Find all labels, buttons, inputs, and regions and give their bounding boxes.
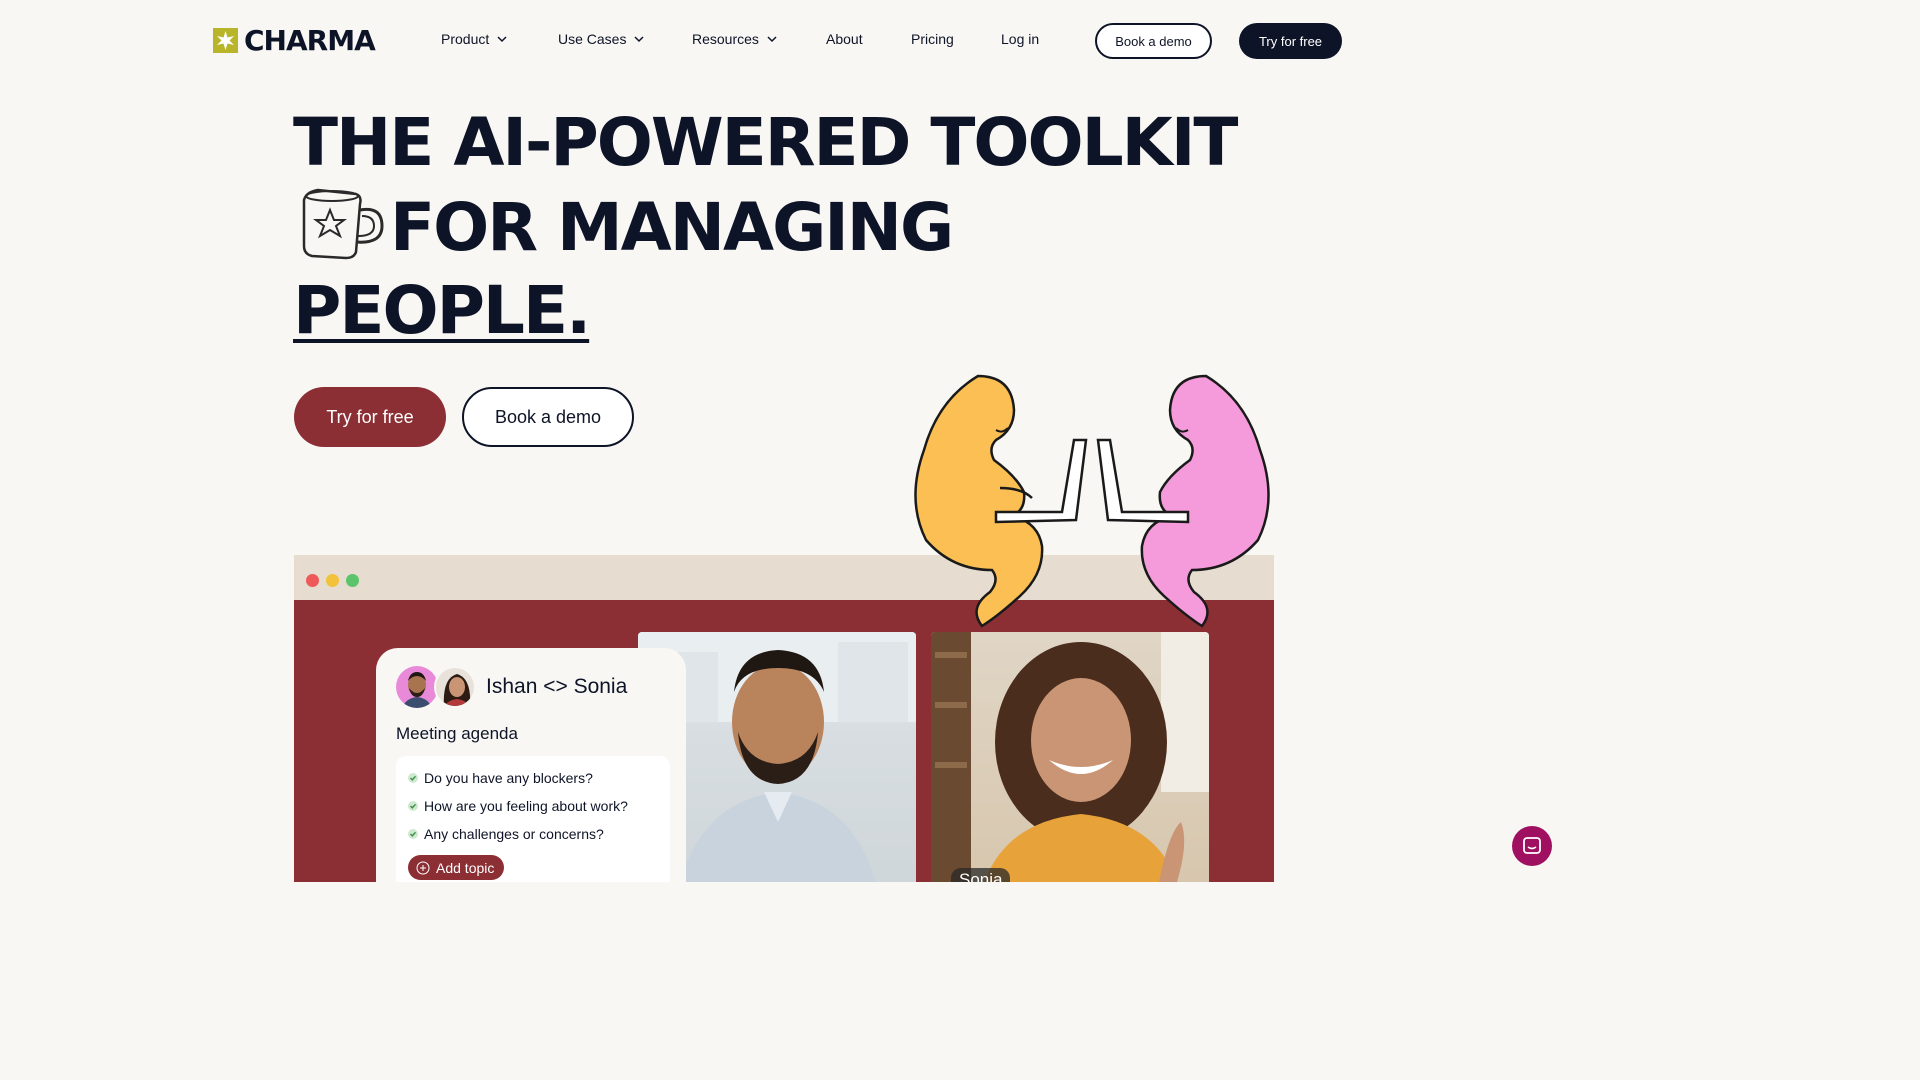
nav-about-label: About: [826, 31, 863, 47]
window-minimize-dot: [326, 574, 339, 587]
chat-launcher-button[interactable]: [1512, 826, 1552, 866]
video-name-tag: Sonia: [951, 868, 1011, 882]
check-icon: [408, 829, 418, 839]
chat-icon: [1523, 837, 1541, 854]
meeting-agenda-heading: Meeting agenda: [396, 724, 518, 743]
nav-pricing[interactable]: Pricing: [911, 31, 954, 47]
hero-headline-line-3: PEOPLE.: [293, 272, 591, 349]
agenda-item-text: Do you have any blockers?: [424, 770, 593, 786]
avatar-ishan: [396, 666, 438, 708]
meeting-title: Ishan <> Sonia: [486, 675, 628, 698]
person-video-image: [931, 632, 1209, 882]
check-icon: [408, 773, 418, 783]
check-icon: [408, 801, 418, 811]
nav-pricing-label: Pricing: [911, 31, 954, 47]
add-topic-label: Add topic: [436, 859, 495, 876]
buddies-illustration: [914, 374, 1270, 628]
coffee-mug-icon: [302, 188, 384, 260]
window-close-dot: [306, 574, 319, 587]
agenda-item[interactable]: Do you have any blockers?: [408, 770, 593, 786]
nav-try-free-button[interactable]: Try for free: [1239, 23, 1342, 59]
nav-resources-label: Resources: [692, 31, 759, 47]
avatar-sonia: [434, 666, 476, 708]
nav-product-label: Product: [441, 31, 490, 47]
charma-logo[interactable]: CHARMA: [213, 24, 376, 57]
window-body: n Sonia: [294, 600, 1274, 882]
hero-headline-line-1: THE AI-POWERED TOOLKIT: [293, 104, 1238, 181]
nav-product[interactable]: Product: [441, 31, 507, 47]
add-topic-button[interactable]: Add topic: [408, 855, 505, 880]
plus-circle-icon: [416, 861, 430, 874]
video-tile-sonia: Sonia: [931, 632, 1209, 882]
nav-resources[interactable]: Resources: [692, 31, 777, 47]
chevron-down-icon: [497, 36, 507, 43]
agenda-item-text: Any challenges or concerns?: [424, 826, 604, 842]
nav-about[interactable]: About: [826, 31, 863, 47]
agenda-item-text: How are you feeling about work?: [424, 798, 628, 814]
agenda-list: Do you have any blockers? How are you fe…: [396, 756, 670, 882]
top-nav: CHARMA Product Use Cases Resources About…: [0, 0, 1568, 82]
nav-login-label: Log in: [1001, 31, 1040, 47]
nav-use-cases-label: Use Cases: [558, 31, 627, 47]
hero-book-demo-button[interactable]: Book a demo: [462, 387, 634, 447]
nav-login[interactable]: Log in: [1001, 31, 1039, 47]
chevron-down-icon: [634, 36, 644, 43]
logo-star-icon: [213, 28, 238, 53]
hero-headline-line-2: FOR MANAGING: [390, 189, 954, 266]
nav-use-cases[interactable]: Use Cases: [558, 31, 644, 47]
logo-text: CHARMA: [244, 24, 376, 57]
agenda-item[interactable]: Any challenges or concerns?: [408, 826, 604, 842]
chevron-down-icon: [767, 36, 777, 43]
agenda-item[interactable]: How are you feeling about work?: [408, 798, 628, 814]
nav-book-demo-button[interactable]: Book a demo: [1095, 23, 1212, 59]
hero-try-free-button[interactable]: Try for free: [294, 387, 446, 447]
meeting-agenda-card: Ishan <> Sonia Meeting agenda Do you hav…: [376, 648, 686, 882]
window-maximize-dot: [346, 574, 359, 587]
